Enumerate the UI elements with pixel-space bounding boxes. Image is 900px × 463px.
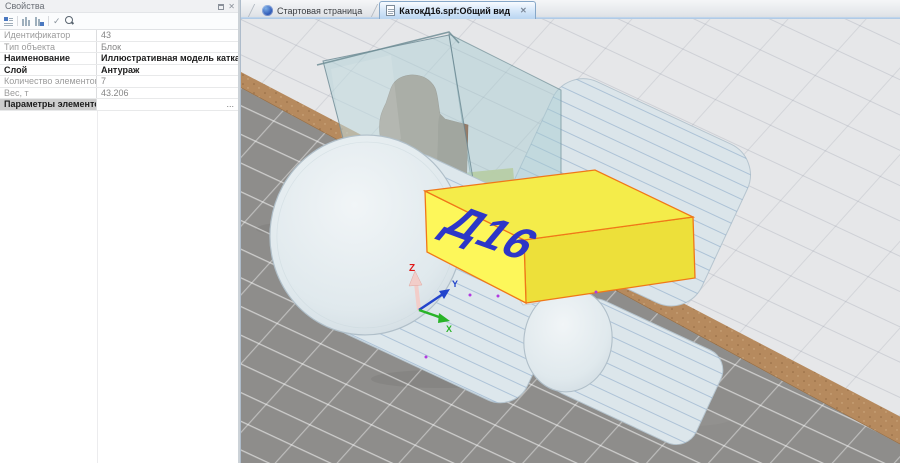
tab-katok-d16-document[interactable]: КатокД16.spf:Общий вид ✕ — [379, 1, 536, 19]
pin-icon[interactable] — [218, 4, 224, 10]
properties-panel: Свойства ✕ ✓ Идентификатор 43 Тип объект… — [0, 0, 240, 463]
axis-z-label: Z — [409, 263, 415, 274]
tab-start-page[interactable]: Стартовая страница — [256, 2, 370, 19]
property-value[interactable]: 43.206 — [97, 88, 238, 99]
check-icon[interactable]: ✓ — [53, 17, 61, 26]
property-label: Параметры элементов — [0, 99, 97, 110]
property-label: Вес, т — [0, 88, 97, 99]
table-row: Количество элементов 7 — [0, 76, 238, 88]
3d-viewport[interactable]: Д16 Z Y X — [240, 19, 900, 463]
properties-panel-titlebar: Свойства ✕ — [0, 0, 238, 13]
3d-scene-canvas[interactable]: Д16 Z Y X — [241, 19, 900, 463]
axis-x-label: X — [446, 324, 452, 334]
document-icon — [386, 5, 395, 16]
properties-table: Идентификатор 43 Тип объекта Блок Наимен… — [0, 30, 238, 111]
property-value[interactable]: ... — [97, 99, 238, 110]
table-column-divider — [97, 111, 98, 463]
ellipsis-button[interactable]: ... — [226, 99, 234, 110]
search-icon[interactable] — [65, 16, 75, 26]
property-value[interactable]: Блок — [97, 42, 238, 53]
property-label: Идентификатор — [0, 30, 97, 41]
toolbar-separator — [48, 16, 49, 26]
app-logo-icon — [262, 5, 273, 16]
tab-label: Стартовая страница — [277, 6, 362, 16]
property-label: Слой — [0, 65, 97, 76]
document-tab-bar: Стартовая страница КатокД16.spf:Общий ви… — [240, 0, 900, 19]
property-label: Тип объекта — [0, 42, 97, 53]
cad-application-window: Свойства ✕ ✓ Идентификатор 43 Тип объект… — [0, 0, 900, 463]
table-row: Наименование Иллюстративная модель катка… — [0, 53, 238, 65]
tab-close-icon[interactable]: ✕ — [520, 7, 527, 15]
category-view-icon[interactable] — [4, 17, 13, 26]
property-value[interactable]: 7 — [97, 76, 238, 87]
table-row: Тип объекта Блок — [0, 42, 238, 54]
table-row: Вес, т 43.206 — [0, 88, 238, 100]
toolbar-separator — [17, 16, 18, 26]
tab-separator — [371, 4, 378, 17]
sort-filter-icon[interactable] — [35, 17, 44, 26]
property-value[interactable]: 43 — [97, 30, 238, 41]
close-icon[interactable]: ✕ — [228, 3, 235, 11]
table-row: Слой Антураж — [0, 65, 238, 77]
table-row: Идентификатор 43 — [0, 30, 238, 42]
property-value[interactable]: Иллюстративная модель катка Д16. — [97, 53, 238, 64]
properties-toolbar: ✓ — [0, 13, 238, 30]
property-value[interactable]: Антураж — [97, 65, 238, 76]
properties-panel-title: Свойства — [5, 1, 45, 11]
property-label: Наименование — [0, 53, 97, 64]
table-row-selected[interactable]: Параметры элементов ... — [0, 99, 238, 111]
tab-separator — [248, 4, 255, 17]
sort-icon[interactable] — [22, 17, 31, 26]
property-label: Количество элементов — [0, 76, 97, 87]
axis-y-label: Y — [452, 279, 458, 289]
tab-label: КатокД16.spf:Общий вид — [399, 6, 510, 16]
